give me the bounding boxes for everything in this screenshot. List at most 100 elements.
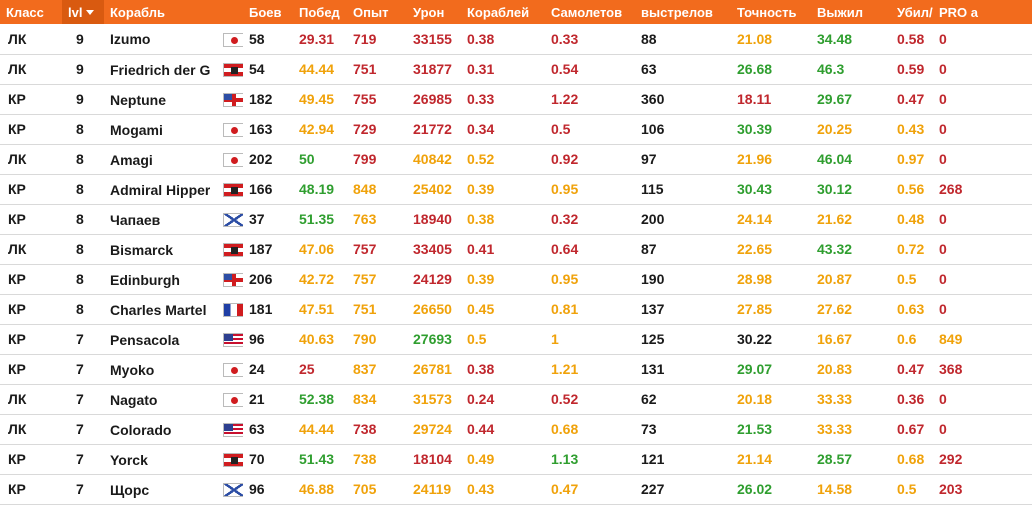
table-row[interactable]: ЛК 7 Colorado 63 44.44 738 29724 0.44 0.… bbox=[0, 414, 1032, 445]
cell-ship-name[interactable]: Izumo bbox=[104, 24, 211, 55]
header-accuracy[interactable]: Точность bbox=[731, 0, 811, 24]
cell-accuracy: 24.14 bbox=[731, 204, 811, 235]
header-shots[interactable]: выстрелов bbox=[635, 0, 731, 24]
header-planes[interactable]: Самолетов bbox=[545, 0, 635, 24]
cell-shots: 227 bbox=[635, 474, 731, 505]
ship-name[interactable]: Charles Martel bbox=[110, 302, 210, 318]
header-wins[interactable]: Побед bbox=[293, 0, 347, 24]
header-exp[interactable]: Опыт bbox=[347, 0, 407, 24]
cell-ship-name[interactable]: Myoko bbox=[104, 354, 211, 385]
cell-planes: 1 bbox=[545, 324, 635, 355]
cell-ship-name[interactable]: Amagi bbox=[104, 144, 211, 175]
cell-ship-name[interactable]: Neptune bbox=[104, 84, 211, 115]
cell-ship-name[interactable]: Admiral Hipper bbox=[104, 174, 211, 205]
ship-name[interactable]: Myoko bbox=[110, 362, 210, 378]
header-ships-killed[interactable]: Кораблей bbox=[461, 0, 545, 24]
flag-de-icon bbox=[223, 183, 243, 198]
cell-pro: 0 bbox=[933, 414, 1032, 445]
cell-survived: 34.48 bbox=[811, 24, 891, 55]
table-row[interactable]: ЛК 7 Nagato 21 52.38 834 31573 0.24 0.52… bbox=[0, 384, 1032, 415]
header-ship[interactable]: Корабль bbox=[104, 0, 211, 24]
ship-name[interactable]: Pensacola bbox=[110, 332, 210, 348]
cell-ship-name[interactable]: Щорс bbox=[104, 474, 211, 505]
cell-ship-name[interactable]: Charles Martel bbox=[104, 294, 211, 325]
cell-ship-name[interactable]: Pensacola bbox=[104, 324, 211, 355]
table-row[interactable]: КР 8 Edinburgh 206 42.72 757 24129 0.39 … bbox=[0, 264, 1032, 295]
ship-name[interactable]: Neptune bbox=[110, 92, 210, 108]
cell-class: КР bbox=[0, 204, 62, 235]
cell-wins: 44.44 bbox=[293, 414, 347, 445]
cell-class: ЛК bbox=[0, 414, 62, 445]
cell-exp: 834 bbox=[347, 384, 407, 415]
header-damage[interactable]: Урон bbox=[407, 0, 461, 24]
cell-planes: 1.22 bbox=[545, 84, 635, 115]
cell-ships-killed: 0.38 bbox=[461, 24, 545, 55]
cell-planes: 0.64 bbox=[545, 234, 635, 265]
table-row[interactable]: ЛК 8 Amagi 202 50 799 40842 0.52 0.92 97… bbox=[0, 144, 1032, 175]
cell-ship-name[interactable]: Yorck bbox=[104, 444, 211, 475]
cell-lvl: 8 bbox=[62, 174, 104, 205]
table-row[interactable]: КР 8 Mogami 163 42.94 729 21772 0.34 0.5… bbox=[0, 114, 1032, 145]
header-pro[interactable]: PRO a bbox=[933, 0, 1032, 24]
header-survived[interactable]: Выжил bbox=[811, 0, 891, 24]
cell-ships-killed: 0.44 bbox=[461, 414, 545, 445]
ship-name[interactable]: Admiral Hipper bbox=[110, 182, 210, 198]
table-row[interactable]: КР 9 Neptune 182 49.45 755 26985 0.33 1.… bbox=[0, 84, 1032, 115]
cell-ship-name[interactable]: Edinburgh bbox=[104, 264, 211, 295]
header-class[interactable]: Класс bbox=[0, 0, 62, 24]
cell-lvl: 7 bbox=[62, 474, 104, 505]
table-row[interactable]: КР 8 Admiral Hipper 166 48.19 848 25402 … bbox=[0, 174, 1032, 205]
cell-shots: 137 bbox=[635, 294, 731, 325]
table-row[interactable]: ЛК 8 Bismarck 187 47.06 757 33405 0.41 0… bbox=[0, 234, 1032, 265]
ship-name[interactable]: Edinburgh bbox=[110, 272, 210, 288]
cell-ship-name[interactable]: Friedrich der Große bbox=[104, 54, 211, 85]
table-row[interactable]: КР 7 Pensacola 96 40.63 790 27693 0.5 1 … bbox=[0, 324, 1032, 355]
table-row[interactable]: КР 7 Щорс 96 46.88 705 24119 0.43 0.47 2… bbox=[0, 474, 1032, 505]
cell-survived: 21.62 bbox=[811, 204, 891, 235]
ship-name[interactable]: Bismarck bbox=[110, 242, 210, 258]
cell-ship-name[interactable]: Чапаев bbox=[104, 204, 211, 235]
cell-shots: 88 bbox=[635, 24, 731, 55]
table-row[interactable]: ЛК 9 Friedrich der Große 54 44.44 751 31… bbox=[0, 54, 1032, 85]
cell-survived: 28.57 bbox=[811, 444, 891, 475]
table-header-row: Класс lvl Корабль Боев Побед Опыт Урон К… bbox=[0, 0, 1032, 24]
ship-name[interactable]: Colorado bbox=[110, 422, 210, 438]
ship-name[interactable]: Izumo bbox=[110, 31, 210, 47]
cell-accuracy: 29.07 bbox=[731, 354, 811, 385]
flag-jp-icon bbox=[223, 32, 243, 47]
cell-planes: 0.81 bbox=[545, 294, 635, 325]
table-row[interactable]: КР 7 Yorck 70 51.43 738 18104 0.49 1.13 … bbox=[0, 444, 1032, 475]
header-battles[interactable]: Боев bbox=[243, 0, 293, 24]
cell-damage: 27693 bbox=[407, 324, 461, 355]
ship-name[interactable]: Чапаев bbox=[110, 212, 210, 228]
cell-damage: 24129 bbox=[407, 264, 461, 295]
cell-ships-killed: 0.38 bbox=[461, 354, 545, 385]
cell-ship-name[interactable]: Nagato bbox=[104, 384, 211, 415]
cell-ship-name[interactable]: Colorado bbox=[104, 414, 211, 445]
cell-survived: 27.62 bbox=[811, 294, 891, 325]
cell-wins: 42.94 bbox=[293, 114, 347, 145]
table-row[interactable]: ЛК 9 Izumo 58 29.31 719 33155 0.38 0.33 … bbox=[0, 24, 1032, 55]
cell-ship-name[interactable]: Bismarck bbox=[104, 234, 211, 265]
cell-damage: 31573 bbox=[407, 384, 461, 415]
cell-lvl: 7 bbox=[62, 414, 104, 445]
header-kd[interactable]: Убил/Убит bbox=[891, 0, 933, 24]
ship-name[interactable]: Mogami bbox=[110, 122, 210, 138]
header-lvl[interactable]: lvl bbox=[62, 0, 104, 24]
ship-name[interactable]: Nagato bbox=[110, 392, 210, 408]
ship-name[interactable]: Щорс bbox=[110, 482, 210, 498]
cell-wins: 47.51 bbox=[293, 294, 347, 325]
cell-ships-killed: 0.52 bbox=[461, 144, 545, 175]
cell-class: ЛК bbox=[0, 384, 62, 415]
table-row[interactable]: КР 8 Чапаев 37 51.35 763 18940 0.38 0.32… bbox=[0, 204, 1032, 235]
ship-name[interactable]: Amagi bbox=[110, 152, 210, 168]
cell-exp: 837 bbox=[347, 354, 407, 385]
cell-planes: 0.68 bbox=[545, 414, 635, 445]
ship-name[interactable]: Yorck bbox=[110, 452, 210, 468]
table-row[interactable]: КР 7 Myoko 24 25 837 26781 0.38 1.21 131… bbox=[0, 354, 1032, 385]
ship-name[interactable]: Friedrich der Große bbox=[110, 62, 210, 78]
cell-ships-killed: 0.39 bbox=[461, 174, 545, 205]
table-row[interactable]: КР 8 Charles Martel 181 47.51 751 26650 … bbox=[0, 294, 1032, 325]
cell-survived: 16.67 bbox=[811, 324, 891, 355]
cell-ship-name[interactable]: Mogami bbox=[104, 114, 211, 145]
